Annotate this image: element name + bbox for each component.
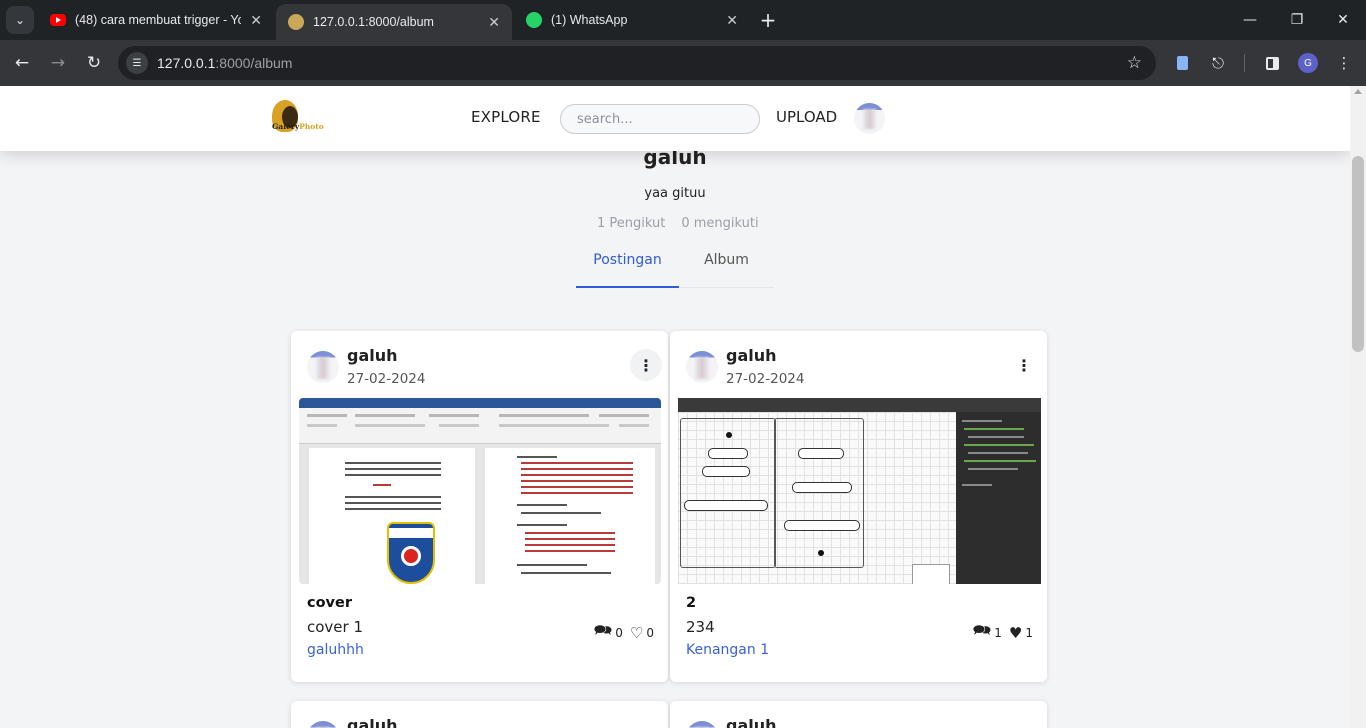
avatar[interactable] (686, 721, 718, 728)
site-info-icon[interactable]: ☰ (126, 52, 148, 74)
browser-tab-bar: ⌄ (48) cara membuat trigger - You ✕ 127.… (0, 0, 1366, 40)
extension-icon[interactable] (1170, 51, 1194, 75)
reload-button[interactable]: ↻ (80, 49, 108, 77)
profile-bio: yaa gituu (644, 186, 706, 201)
like-count: 0 (646, 625, 654, 640)
chevron-down-icon: ⌄ (14, 13, 26, 27)
minimize-button[interactable]: — (1238, 8, 1262, 32)
search-input[interactable] (560, 104, 760, 134)
profile-tabs: Postingan Album (576, 250, 774, 288)
scrollbar-thumb[interactable] (1352, 156, 1364, 352)
post-title: 2 (686, 595, 697, 611)
address-bar[interactable]: ☰ 127.0.0.1:8000/album ☆ (118, 46, 1156, 80)
whatsapp-icon (526, 12, 542, 28)
more-vert-icon[interactable]: ⋮ (1332, 51, 1356, 75)
post-image[interactable] (678, 398, 1041, 584)
browser-tab-youtube[interactable]: (48) cara membuat trigger - You ✕ (38, 2, 274, 38)
puzzle-icon[interactable]: ⎋ (1206, 51, 1230, 75)
post-username[interactable]: galuh (347, 716, 398, 728)
galeryphoto-icon (288, 14, 304, 30)
nav-upload-link[interactable]: UPLOAD (776, 108, 837, 126)
profile-stats: 1 Pengikut 0 mengikuti (597, 216, 759, 231)
comment-icon[interactable]: 🗪 (973, 620, 992, 645)
site-logo[interactable]: GaleryPhoto (268, 98, 334, 138)
heart-filled-icon[interactable]: ♥ (1009, 624, 1022, 642)
reload-icon: ↻ (86, 53, 102, 73)
post-date: 27-02-2024 (726, 371, 805, 387)
minimize-icon: — (1243, 12, 1257, 28)
more-vert-icon: ⋮ (1016, 355, 1032, 375)
url-text[interactable]: 127.0.0.1:8000/album (157, 55, 292, 71)
post-card: galuh (291, 701, 668, 728)
post-options-button[interactable]: ⋮ (1008, 349, 1040, 381)
arrow-left-icon: ← (14, 53, 30, 73)
arrow-right-icon: → (50, 53, 66, 73)
back-button[interactable]: ← (8, 49, 36, 77)
tab-postingan[interactable]: Postingan (576, 250, 679, 288)
post-card: galuh 27-02-2024 ⋮ (670, 331, 1047, 682)
more-vert-icon: ⋮ (638, 355, 654, 375)
plus-icon: + (759, 8, 777, 32)
browser-tab-album[interactable]: 127.0.0.1:8000/album ✕ (276, 4, 512, 40)
following-count[interactable]: 0 mengikuti (681, 216, 758, 231)
scroll-up-arrow-icon[interactable] (1354, 89, 1362, 94)
avatar[interactable] (307, 721, 339, 728)
url-path: :8000/album (215, 55, 293, 71)
tab-title: (1) WhatsApp (551, 13, 628, 27)
post-username[interactable]: galuh (726, 716, 777, 728)
page-viewport: GaleryPhoto EXPLORE UPLOAD galuh yaa git… (0, 86, 1350, 728)
forward-button[interactable]: → (44, 49, 72, 77)
post-description: 234 (686, 618, 715, 636)
restore-icon: ❐ (1290, 12, 1304, 28)
post-date: 27-02-2024 (347, 371, 426, 387)
logo-word-2: Photo (299, 122, 324, 131)
post-username[interactable]: galuh (347, 346, 398, 365)
comment-icon[interactable]: 🗪 (594, 620, 613, 645)
logo-word-1: Galery (272, 122, 300, 131)
close-icon: ✕ (1337, 12, 1349, 28)
user-avatar[interactable] (854, 103, 885, 134)
post-stats: 🗪 1 ♥ 1 (973, 620, 1033, 645)
nav-explore-link[interactable]: EXPLORE (471, 108, 541, 126)
avatar[interactable] (686, 351, 718, 383)
tab-search-button[interactable]: ⌄ (6, 6, 34, 34)
avatar[interactable] (307, 351, 339, 383)
heart-outline-icon[interactable]: ♡ (630, 624, 643, 642)
page-scrollbar[interactable] (1350, 86, 1366, 728)
post-card: galuh 27-02-2024 ⋮ (291, 331, 668, 682)
browser-profile-avatar[interactable]: G (1298, 53, 1318, 73)
browser-toolbar: ← → ↻ ☰ 127.0.0.1:8000/album ☆ ⎋ ⋮ (0, 40, 1366, 86)
url-host: 127.0.0.1 (157, 55, 216, 71)
browser-tab-whatsapp[interactable]: (1) WhatsApp ✕ (514, 2, 750, 38)
post-album-link[interactable]: Kenangan 1 (686, 642, 769, 658)
side-panel-icon[interactable] (1260, 51, 1284, 75)
post-description: cover 1 (307, 618, 364, 636)
post-stats: 🗪 0 ♡ 0 (594, 620, 654, 645)
comment-count: 0 (615, 625, 623, 640)
followers-count[interactable]: 1 Pengikut (597, 216, 665, 231)
post-title: cover (307, 595, 352, 611)
post-username[interactable]: galuh (726, 346, 777, 365)
close-window-button[interactable]: ✕ (1331, 8, 1355, 32)
restore-button[interactable]: ❐ (1285, 8, 1309, 32)
close-icon[interactable]: ✕ (488, 14, 500, 31)
tab-title: (48) cara membuat trigger - You (75, 13, 242, 27)
comment-count: 1 (994, 625, 1002, 640)
tab-title: 127.0.0.1:8000/album (313, 15, 434, 29)
post-album-link[interactable]: galuhhh (307, 642, 364, 658)
post-options-button[interactable]: ⋮ (630, 349, 662, 381)
new-tab-button[interactable]: + (756, 8, 780, 32)
bookmark-star-icon[interactable]: ☆ (1127, 53, 1142, 73)
like-count: 1 (1025, 625, 1033, 640)
site-header: GaleryPhoto EXPLORE UPLOAD (0, 86, 1350, 151)
post-card: galuh (670, 701, 1047, 728)
close-icon[interactable]: ✕ (726, 12, 738, 29)
close-icon[interactable]: ✕ (250, 12, 262, 29)
post-image[interactable] (299, 398, 661, 584)
tab-album[interactable]: Album (679, 250, 774, 288)
youtube-icon (50, 14, 66, 26)
